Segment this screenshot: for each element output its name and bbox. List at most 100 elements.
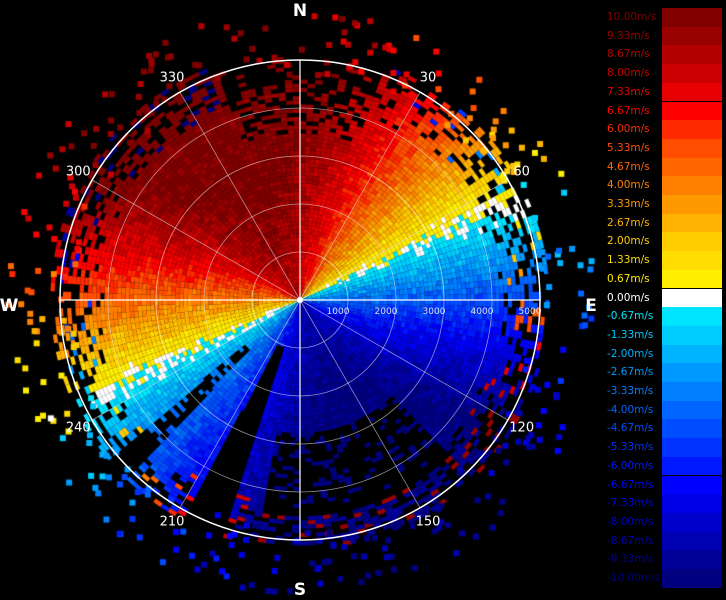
legend-label: -7.33m/s	[607, 497, 654, 510]
legend-swatch	[662, 438, 722, 457]
legend-swatch	[662, 344, 722, 364]
azimuth-line	[299, 299, 509, 421]
azimuth-line	[299, 91, 421, 301]
azimuth-label: 240	[65, 420, 91, 436]
legend-swatch	[662, 494, 722, 513]
legend-label: 8.67m/s	[607, 48, 650, 61]
azimuth-label: 120	[509, 420, 535, 436]
azimuth-line	[179, 91, 301, 301]
legend-label: 6.67m/s	[607, 104, 650, 117]
west-label: W	[0, 296, 19, 316]
legend-label: 3.33m/s	[607, 198, 650, 210]
legend-row: -6.00m/s	[607, 456, 722, 476]
legend-label: -0.67m/s	[607, 310, 654, 323]
legend-label: 0.00m/s	[607, 291, 650, 304]
legend-swatch	[662, 531, 722, 551]
legend-swatch	[662, 456, 722, 476]
legend-swatch	[662, 138, 722, 158]
legend-row: -6.67m/s	[607, 475, 722, 495]
legend-row: 4.00m/s	[607, 176, 722, 195]
south-label: S	[293, 580, 307, 600]
legend-swatch	[662, 120, 722, 139]
range-label: 3000	[423, 307, 446, 317]
legend-swatch	[662, 157, 722, 177]
radar-center-marker	[297, 297, 303, 303]
azimuth-label: 210	[159, 514, 185, 530]
legend-row: -8.00m/s	[607, 512, 722, 532]
legend-row: 4.67m/s	[607, 157, 722, 177]
legend-label: 4.67m/s	[607, 160, 650, 173]
east-label: E	[585, 296, 597, 316]
legend-row: 6.67m/s	[607, 101, 722, 121]
azimuth-label: 30	[419, 70, 437, 86]
legend-row: 0.67m/s	[607, 269, 722, 289]
legend-row: 10.00m/s	[607, 8, 722, 27]
legend-swatch	[662, 82, 722, 102]
legend-label: -4.00m/s	[607, 403, 654, 416]
range-label: 4000	[471, 307, 494, 317]
legend-label: -5.33m/s	[607, 441, 654, 454]
legend-label: 1.33m/s	[607, 254, 650, 267]
legend-label: 10.00m/s	[607, 11, 657, 23]
legend-label: 6.00m/s	[607, 123, 650, 136]
azimuth-line	[299, 299, 421, 509]
legend-row: -7.33m/s	[607, 494, 722, 513]
legend-row: -9.33m/s	[607, 550, 722, 569]
legend-label: 2.67m/s	[607, 216, 650, 229]
legend-label: -3.33m/s	[607, 385, 654, 397]
legend-swatch	[662, 213, 722, 233]
legend-swatch	[662, 195, 722, 214]
legend-row: 0.00m/s	[607, 288, 722, 308]
legend-row: 7.33m/s	[607, 82, 722, 102]
legend-label: -10.00m/s	[607, 572, 661, 584]
legend-row: 8.00m/s	[607, 64, 722, 83]
legend-label: 7.33m/s	[607, 85, 650, 98]
legend-swatch	[662, 550, 722, 569]
legend-swatch	[662, 288, 722, 308]
legend-row: -10.00m/s	[607, 569, 722, 588]
legend-swatch	[662, 101, 722, 121]
legend-row: -5.33m/s	[607, 438, 722, 457]
legend-label: -2.00m/s	[607, 347, 654, 360]
azimuth-line	[91, 179, 301, 301]
legend-label: 2.00m/s	[607, 235, 650, 248]
legend-swatch	[662, 269, 722, 289]
legend-row: 8.67m/s	[607, 45, 722, 65]
radar-grid-overlay: 1000 2000 3000 4000 5000	[59, 59, 542, 541]
legend-label: -8.00m/s	[607, 515, 654, 528]
legend-label: 8.00m/s	[607, 67, 650, 80]
legend-row: 1.33m/s	[607, 251, 722, 270]
legend-swatch	[662, 307, 722, 326]
legend-swatch	[662, 569, 722, 588]
legend-swatch	[662, 475, 722, 495]
legend-row: 5.33m/s	[607, 138, 722, 158]
azimuth-label: 60	[513, 164, 530, 180]
legend-swatch	[662, 26, 722, 46]
azimuth-label: 300	[65, 164, 91, 180]
legend-label: -8.67m/s	[607, 534, 654, 547]
legend-swatch	[662, 232, 722, 252]
velocity-color-legend: 10.00m/s 9.33m/s 8.67m/s 8.00m/s 7.33m/s 6.67…	[607, 8, 722, 588]
legend-label: 4.00m/s	[607, 179, 650, 192]
north-label: N	[292, 1, 308, 21]
legend-label: -1.33m/s	[607, 328, 654, 341]
legend-swatch	[662, 512, 722, 532]
legend-row: -0.67m/s	[607, 307, 722, 326]
legend-row: 2.00m/s	[607, 232, 722, 252]
legend-swatch	[662, 64, 722, 83]
legend-swatch	[662, 251, 722, 270]
legend-label: -9.33m/s	[607, 553, 654, 566]
legend-swatch	[662, 382, 722, 401]
legend-swatch	[662, 45, 722, 65]
range-label: 2000	[375, 307, 398, 317]
legend-row: -4.00m/s	[607, 400, 722, 420]
legend-swatch	[662, 325, 722, 345]
legend-row: 3.33m/s	[607, 195, 722, 214]
legend-label: -6.67m/s	[607, 478, 654, 491]
legend-row: -2.67m/s	[607, 363, 722, 382]
legend-swatch	[662, 8, 722, 27]
legend-row: 9.33m/s	[607, 26, 722, 46]
legend-swatch	[662, 419, 722, 439]
legend-swatch	[662, 400, 722, 420]
legend-label: 5.33m/s	[607, 141, 650, 154]
